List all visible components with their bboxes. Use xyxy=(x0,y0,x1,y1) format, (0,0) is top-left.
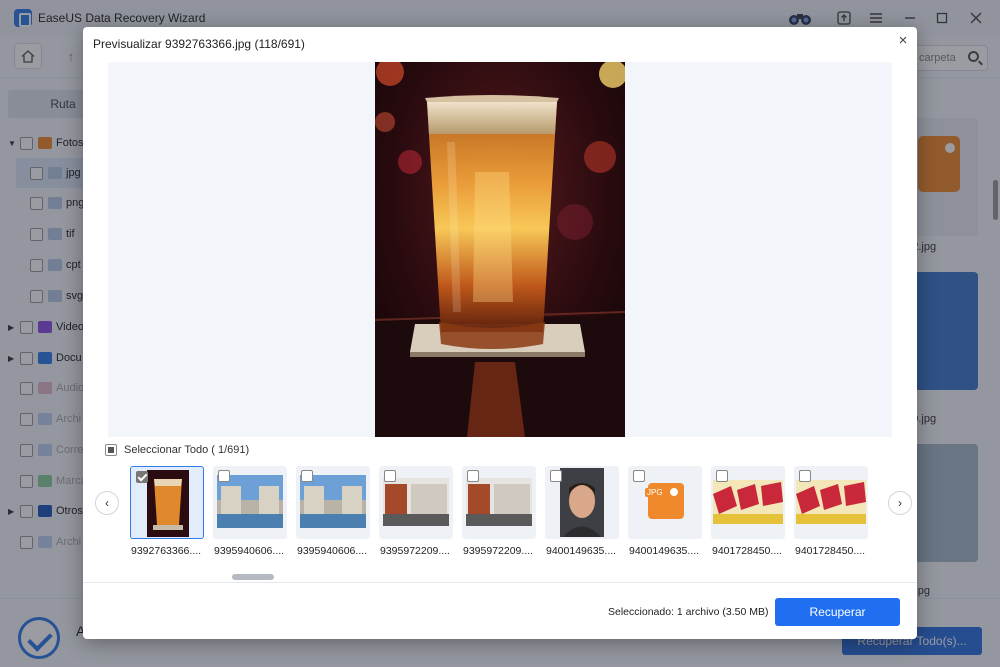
select-all-checkbox[interactable] xyxy=(105,444,117,456)
thumbnail-checkbox[interactable] xyxy=(301,470,313,482)
thumbnail-name: 9392763366.... xyxy=(131,545,202,557)
thumbnail-name: 9401728450.... xyxy=(795,545,866,557)
next-arrow-icon[interactable]: › xyxy=(888,491,912,515)
thumbnail[interactable]: 9395940606.... xyxy=(213,466,287,566)
thumbnail-name: 9401728450.... xyxy=(712,545,783,557)
recover-button[interactable]: Recuperar xyxy=(775,598,900,626)
thumbnail-checkbox[interactable] xyxy=(384,470,396,482)
thumbnail-name: 9395940606.... xyxy=(214,545,285,557)
thumbnail-strip: 9392763366.... 9395940606.... 9395940606… xyxy=(130,466,875,566)
thumbnail-name: 9395940606.... xyxy=(297,545,368,557)
thumbnail[interactable]: JPG 9400149635.... xyxy=(628,466,702,566)
dialog-title: Previsualizar 9392763366.jpg (118/691) xyxy=(93,37,305,51)
thumbnail[interactable]: 9401728450.... xyxy=(711,466,785,566)
thumbnail[interactable]: 9392763366.... xyxy=(130,466,204,566)
preview-image xyxy=(375,62,625,437)
preview-dialog: Previsualizar 9392763366.jpg (118/691) × xyxy=(83,27,917,639)
divider xyxy=(83,582,917,583)
thumbnail[interactable]: 9400149635.... xyxy=(545,466,619,566)
selection-status: Seleccionado: 1 archivo (3.50 MB) xyxy=(608,606,769,618)
thumbnail[interactable]: 9395972209.... xyxy=(462,466,536,566)
thumbnail[interactable]: 9395972209.... xyxy=(379,466,453,566)
thumbnail-name: 9400149635.... xyxy=(629,545,700,557)
thumbnail-name: 9395972209.... xyxy=(463,545,534,557)
jpg-badge: JPG xyxy=(645,488,665,497)
thumbnail-name: 9400149635.... xyxy=(546,545,617,557)
thumbnail-checkbox[interactable] xyxy=(550,470,562,482)
thumbnail-checkbox[interactable] xyxy=(799,470,811,482)
thumbnail-checkbox[interactable] xyxy=(467,470,479,482)
thumbnail-checkbox[interactable] xyxy=(633,470,645,482)
thumbnail[interactable]: 9401728450.... xyxy=(794,466,868,566)
horizontal-scrollbar[interactable] xyxy=(232,574,274,580)
thumbnail-checkbox[interactable] xyxy=(716,470,728,482)
thumbnail-checkbox[interactable] xyxy=(136,471,148,483)
thumbnail-checkbox[interactable] xyxy=(218,470,230,482)
select-all[interactable]: Seleccionar Todo ( 1/691) xyxy=(105,444,249,456)
preview-area xyxy=(108,62,892,437)
close-icon[interactable]: × xyxy=(895,33,911,49)
prev-arrow-icon[interactable]: ‹ xyxy=(95,491,119,515)
thumbnail-name: 9395972209.... xyxy=(380,545,451,557)
select-all-label: Seleccionar Todo ( 1/691) xyxy=(124,444,250,456)
thumbnail[interactable]: 9395940606.... xyxy=(296,466,370,566)
